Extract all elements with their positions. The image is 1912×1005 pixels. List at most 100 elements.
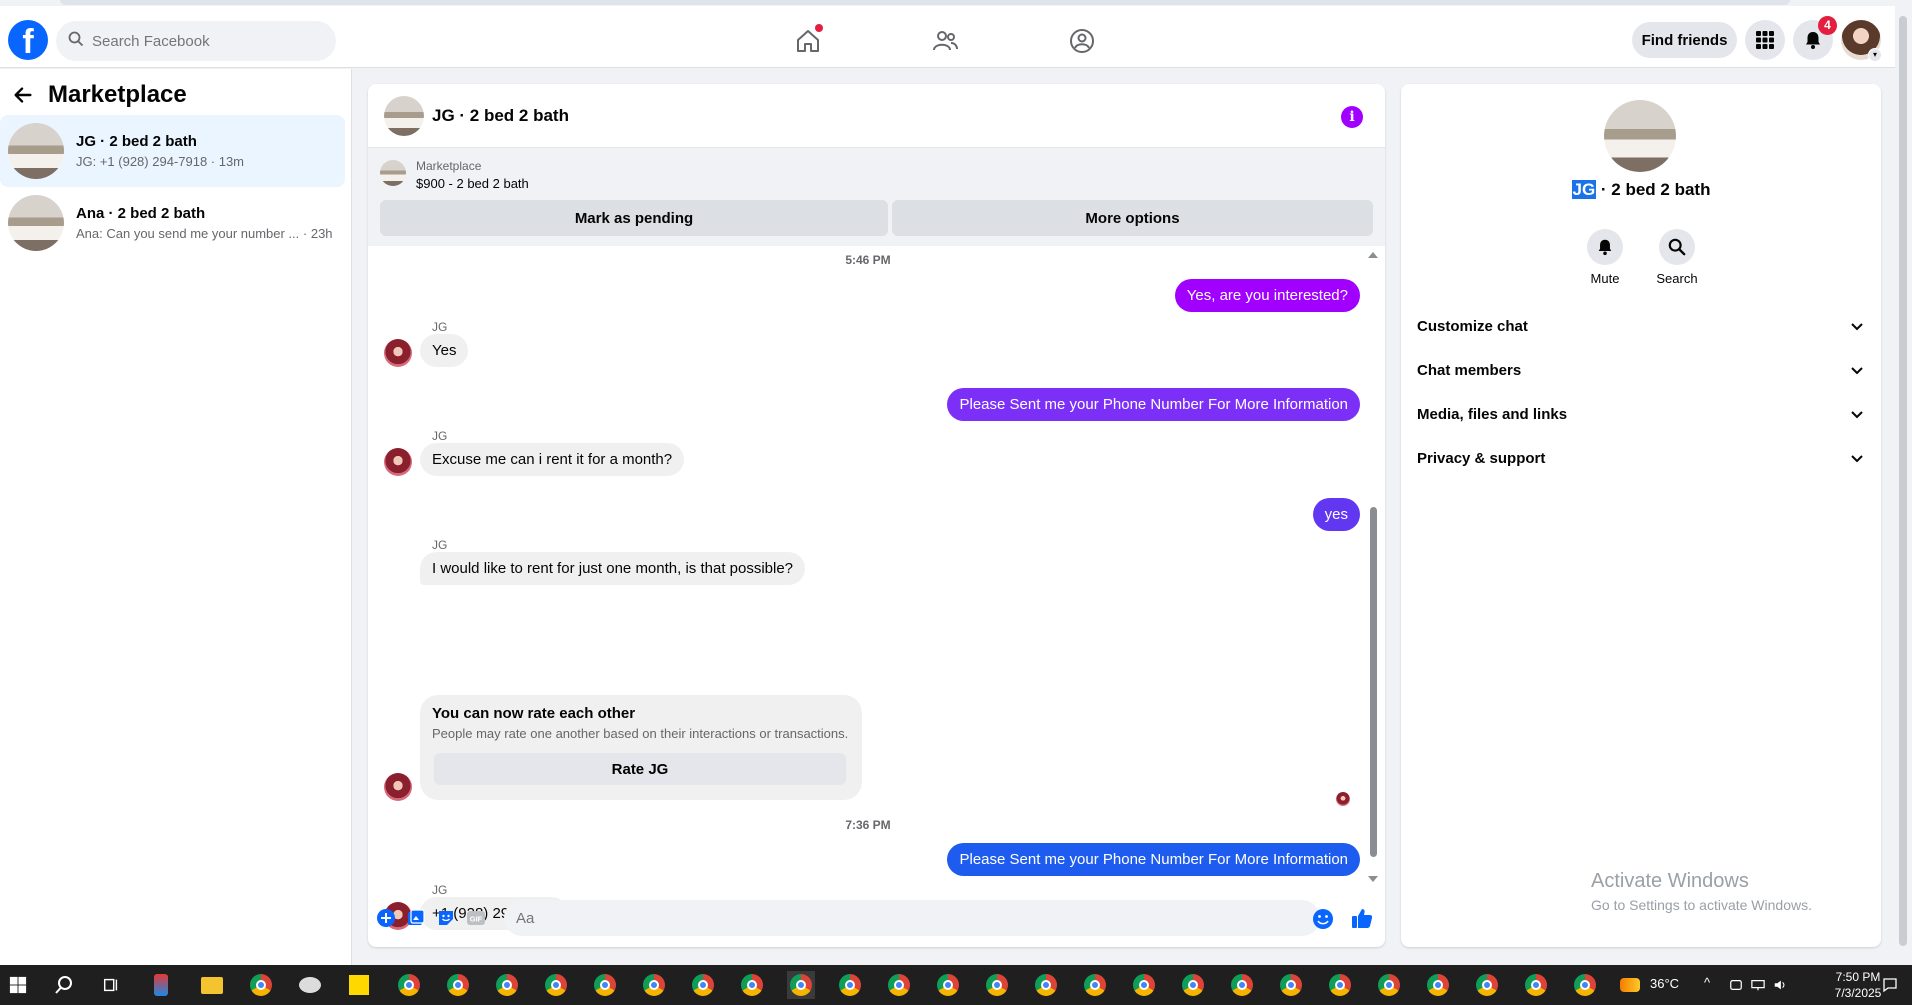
- incoming-message[interactable]: Yes: [420, 334, 469, 367]
- chrome-icon[interactable]: [640, 971, 668, 999]
- chat-members-row[interactable]: Chat members: [1401, 348, 1881, 392]
- listing-thumbnail: [8, 195, 64, 251]
- activate-windows-subtitle: Go to Settings to activate Windows.: [1591, 897, 1812, 913]
- search-input[interactable]: [92, 32, 312, 50]
- scroll-up-arrow[interactable]: [1368, 252, 1378, 258]
- chrome-icon[interactable]: [983, 971, 1011, 999]
- volume-icon[interactable]: [1766, 971, 1794, 999]
- conversation-name: Ana · 2 bed 2 bath: [76, 205, 206, 222]
- chrome-icon[interactable]: [1228, 971, 1256, 999]
- page-scrollbar-thumb[interactable]: [1899, 16, 1907, 946]
- taskbar-search-icon[interactable]: [50, 971, 78, 999]
- chevron-down-icon[interactable]: ▾: [1868, 48, 1882, 62]
- sticker-icon[interactable]: [436, 908, 456, 928]
- windows-start-icon[interactable]: [4, 971, 32, 999]
- photo-icon[interactable]: [406, 908, 426, 928]
- search-bar[interactable]: [56, 21, 336, 61]
- notification-center-icon[interactable]: [1876, 971, 1904, 999]
- listing-thumbnail[interactable]: [380, 160, 406, 186]
- chrome-icon[interactable]: [1326, 971, 1354, 999]
- chrome-icon[interactable]: [738, 971, 766, 999]
- search-action[interactable]: Search: [1647, 229, 1707, 286]
- sender-avatar[interactable]: [384, 339, 412, 367]
- tray-chevron-up-icon[interactable]: ^: [1704, 975, 1710, 990]
- thumbs-up-icon[interactable]: [1350, 906, 1374, 930]
- chrome-icon[interactable]: [591, 971, 619, 999]
- outgoing-message[interactable]: Please Sent me your Phone Number For Mor…: [947, 843, 1360, 876]
- chrome-icon[interactable]: [395, 971, 423, 999]
- back-arrow-icon[interactable]: [12, 82, 38, 108]
- privacy-support-row[interactable]: Privacy & support: [1401, 436, 1881, 480]
- find-friends-button[interactable]: Find friends: [1632, 22, 1737, 58]
- chrome-icon[interactable]: [542, 971, 570, 999]
- rating-card-title: You can now rate each other: [432, 705, 636, 722]
- outgoing-message[interactable]: Yes, are you interested?: [1174, 279, 1360, 312]
- info-icon[interactable]: i: [1341, 106, 1363, 128]
- page-scrollbar[interactable]: [1895, 6, 1912, 965]
- notifications-button[interactable]: 4: [1793, 16, 1837, 60]
- chrome-icon[interactable]: [1522, 971, 1550, 999]
- sender-avatar[interactable]: [384, 448, 412, 476]
- chrome-icon[interactable]: [689, 971, 717, 999]
- rate-jg-button[interactable]: Rate JG: [434, 753, 846, 785]
- conversation-name: JG · 2 bed 2 bath: [76, 133, 197, 150]
- chrome-icon[interactable]: [444, 971, 472, 999]
- conversation-item-jg[interactable]: JG · 2 bed 2 bath JG: +1 (928) 294-7918 …: [0, 115, 345, 187]
- media-files-links-row[interactable]: Media, files and links: [1401, 392, 1881, 436]
- message-scrollbar[interactable]: [1370, 507, 1377, 857]
- task-view-icon[interactable]: [97, 971, 125, 999]
- weather-temperature[interactable]: 36°C: [1650, 976, 1679, 991]
- customize-chat-row[interactable]: Customize chat: [1401, 304, 1881, 348]
- listing-price[interactable]: $900 - 2 bed 2 bath: [416, 176, 529, 191]
- incoming-message[interactable]: I would like to rent for just one month,…: [420, 552, 806, 585]
- app-icon[interactable]: [147, 971, 175, 999]
- home-icon[interactable]: [793, 24, 823, 56]
- chrome-icon[interactable]: [836, 971, 864, 999]
- chrome-icon[interactable]: [1032, 971, 1060, 999]
- chrome-icon[interactable]: [1571, 971, 1599, 999]
- emoji-icon[interactable]: [1312, 908, 1334, 930]
- mark-as-pending-button[interactable]: Mark as pending: [380, 200, 888, 236]
- sidebar-title: Marketplace: [48, 81, 187, 108]
- chrome-icon[interactable]: [1130, 971, 1158, 999]
- message-input[interactable]: [504, 900, 1320, 936]
- sender-name: JG: [432, 429, 448, 443]
- chrome-icon[interactable]: [493, 971, 521, 999]
- search-label: Search: [1656, 271, 1698, 286]
- chrome-icon[interactable]: [1424, 971, 1452, 999]
- gif-icon[interactable]: GIF: [466, 908, 486, 928]
- chrome-icon[interactable]: [1473, 971, 1501, 999]
- chrome-icon[interactable]: [934, 971, 962, 999]
- chat-avatar[interactable]: [384, 95, 424, 136]
- plus-circle-icon[interactable]: [376, 908, 396, 928]
- message-composer: GIF: [368, 890, 1385, 946]
- mute-action[interactable]: Mute: [1575, 229, 1635, 286]
- chrome-icon[interactable]: [1081, 971, 1109, 999]
- chrome-icon[interactable]: [1277, 971, 1305, 999]
- groups-icon[interactable]: [1067, 26, 1097, 56]
- chevron-down-icon: [1851, 455, 1863, 463]
- outgoing-message[interactable]: Please Sent me your Phone Number For Mor…: [947, 388, 1360, 421]
- listing-avatar-large[interactable]: [1604, 100, 1676, 172]
- facebook-logo-icon[interactable]: f: [8, 20, 48, 60]
- chrome-icon[interactable]: [1179, 971, 1207, 999]
- sender-avatar[interactable]: [384, 773, 412, 801]
- chrome-icon[interactable]: [1375, 971, 1403, 999]
- friends-icon[interactable]: [930, 26, 960, 56]
- file-explorer-icon[interactable]: [198, 971, 226, 999]
- outgoing-message[interactable]: yes: [1312, 498, 1360, 531]
- chrome-icon[interactable]: [885, 971, 913, 999]
- sticky-notes-icon[interactable]: [345, 971, 373, 999]
- incoming-message[interactable]: Excuse me can i rent it for a month?: [420, 443, 685, 476]
- chrome-icon[interactable]: [247, 971, 275, 999]
- weather-icon[interactable]: [1616, 971, 1644, 999]
- more-options-button[interactable]: More options: [892, 200, 1373, 236]
- chrome-icon-active[interactable]: [787, 971, 815, 999]
- app-icon[interactable]: [296, 971, 324, 999]
- scroll-down-arrow[interactable]: [1368, 876, 1378, 882]
- chat-title[interactable]: JG · 2 bed 2 bath: [432, 106, 569, 126]
- chat-info-name-rest: · 2 bed 2 bath: [1596, 180, 1711, 199]
- time-separator: 7:36 PM: [845, 818, 891, 832]
- menu-grid-button[interactable]: [1745, 20, 1785, 60]
- conversation-item-ana[interactable]: Ana · 2 bed 2 bath Ana: Can you send me …: [0, 187, 345, 259]
